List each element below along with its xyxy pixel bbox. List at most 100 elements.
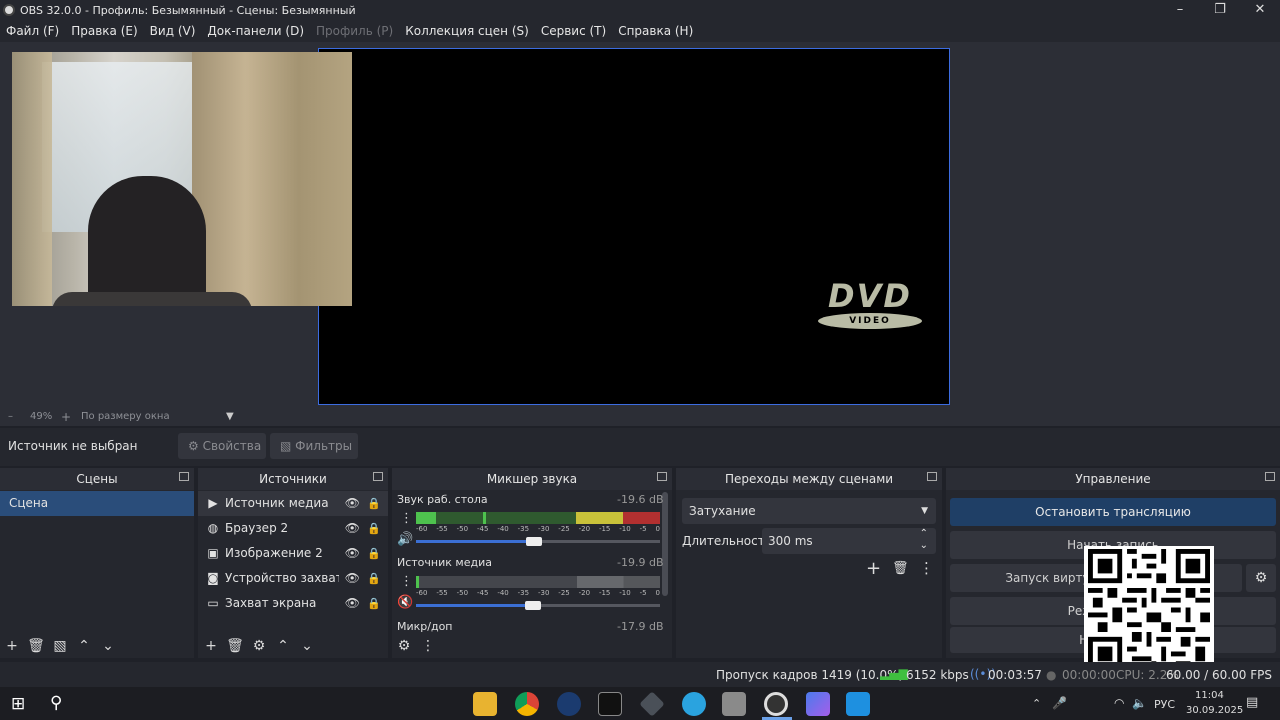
sources-title: Источники — [198, 468, 388, 490]
minimize-icon[interactable]: – — [1160, 0, 1200, 20]
eye-icon[interactable]: 👁 — [345, 591, 360, 616]
app-icon[interactable] — [722, 692, 746, 716]
lock-icon[interactable]: 🔒 — [367, 516, 381, 541]
filters-label: Фильтры — [295, 439, 353, 453]
lock-icon[interactable]: 🔒 — [367, 591, 381, 616]
advanced-audio-gear-icon[interactable]: ⚙ — [392, 638, 416, 654]
source-item[interactable]: ◙ Устройство захвата видео 👁 🔒 — [198, 566, 388, 591]
scene-item[interactable]: Сцена — [0, 491, 194, 516]
menu-tools[interactable]: Сервис (T) — [535, 24, 612, 38]
source-item[interactable]: ◍ Браузер 2 👁 🔒 — [198, 516, 388, 541]
lock-icon[interactable]: 🔒 — [367, 541, 381, 566]
tick: -45 — [476, 589, 489, 597]
lock-icon[interactable]: 🔒 — [367, 491, 381, 516]
gear-icon[interactable]: ⚙ — [247, 638, 271, 654]
app-icon[interactable] — [846, 692, 870, 716]
trash-icon[interactable]: 🗑 — [223, 638, 247, 654]
volume-icon[interactable]: 🔈 — [1132, 696, 1147, 710]
undock-icon[interactable] — [927, 472, 937, 481]
channel-menu-icon[interactable]: ⋮ — [400, 574, 413, 589]
move-up-icon[interactable]: ⌃ — [271, 638, 295, 654]
webcam-feed[interactable] — [12, 52, 352, 306]
tray-chevron-icon[interactable]: ⌃ — [1032, 697, 1041, 710]
trash-icon[interactable]: 🗑 — [24, 638, 48, 654]
transitions-title: Переходы между сценами — [676, 468, 942, 490]
move-down-icon[interactable]: ⌄ — [96, 638, 120, 654]
search-icon[interactable]: ⚲ — [50, 693, 62, 713]
source-item[interactable]: ▣ Изображение 2 👁 🔒 — [198, 541, 388, 566]
program-canvas[interactable]: DVD VIDEO — [318, 48, 950, 405]
clock-date[interactable]: 30.09.2025 — [1186, 705, 1243, 716]
eye-icon[interactable]: 👁 — [345, 491, 360, 516]
filters-button: ▧ Фильтры — [270, 433, 358, 459]
preview-scrollbar[interactable] — [1266, 44, 1276, 410]
notifications-icon[interactable]: ▤ — [1246, 695, 1258, 710]
volume-slider[interactable] — [416, 601, 660, 610]
menu-scene-collection[interactable]: Коллекция сцен (S) — [399, 24, 535, 38]
move-up-icon[interactable]: ⌃ — [72, 638, 96, 654]
menu-edit[interactable]: Правка (E) — [65, 24, 143, 38]
clock-time[interactable]: 11:04 — [1195, 690, 1224, 701]
menu-view[interactable]: Вид (V) — [144, 24, 202, 38]
restore-icon[interactable]: ❐ — [1200, 0, 1240, 20]
volume-meter — [416, 512, 660, 524]
lock-icon[interactable]: 🔒 — [367, 566, 381, 591]
stop-stream-button[interactable]: Остановить трансляцию — [950, 498, 1276, 526]
undock-icon[interactable] — [1265, 472, 1275, 481]
add-icon[interactable]: + — [0, 638, 24, 654]
zoom-in-button[interactable]: + — [61, 410, 71, 424]
menu-file[interactable]: Файл (F) — [0, 24, 65, 38]
more-icon[interactable]: ⋮ — [416, 638, 440, 654]
muted-speaker-icon[interactable]: 🔇 — [397, 595, 413, 610]
transition-select[interactable]: Затухание ▼ — [682, 498, 936, 524]
qr-code — [1084, 546, 1214, 674]
file-explorer-icon[interactable] — [473, 692, 497, 716]
app-icon[interactable] — [806, 692, 830, 716]
steam-icon[interactable] — [557, 692, 581, 716]
virtual-camera-settings-icon[interactable]: ⚙ — [1246, 564, 1276, 592]
volume-slider[interactable] — [416, 537, 660, 546]
undock-icon[interactable] — [373, 472, 383, 481]
move-down-icon[interactable]: ⌄ — [295, 638, 319, 654]
epic-games-icon[interactable] — [598, 692, 622, 716]
mixer-title-label: Микшер звука — [486, 472, 578, 486]
windows-start-icon[interactable]: ⊞ — [11, 694, 25, 714]
zoom-out-button[interactable]: – — [8, 411, 13, 422]
filter-icon[interactable]: ▧ — [48, 638, 72, 654]
slider-handle[interactable] — [526, 537, 542, 546]
add-icon[interactable]: + — [199, 638, 223, 654]
close-icon[interactable]: ✕ — [1240, 0, 1280, 20]
obs-taskbar-icon[interactable] — [764, 692, 788, 716]
source-item[interactable]: ▭ Захват экрана 👁 🔒 — [198, 591, 388, 616]
speaker-icon[interactable]: 🔊 — [397, 532, 413, 547]
more-icon[interactable]: ⋮ — [919, 559, 934, 577]
eye-icon[interactable]: 👁 — [345, 516, 360, 541]
microphone-icon[interactable]: 🎤 — [1052, 696, 1067, 710]
undock-icon[interactable] — [179, 472, 189, 481]
trash-icon[interactable]: 🗑 — [892, 561, 909, 576]
meter-red-zone — [623, 512, 660, 524]
source-item[interactable]: ▶ Источник медиа 👁 🔒 — [198, 491, 388, 516]
slider-handle[interactable] — [525, 601, 541, 610]
mixer-scrollbar[interactable] — [662, 492, 668, 596]
duration-spinbox[interactable]: 300 ms ⌃ ⌄ — [762, 528, 936, 554]
telegram-icon[interactable] — [682, 692, 706, 716]
menu-docks[interactable]: Док-панели (D) — [201, 24, 310, 38]
add-transition-icon[interactable]: + — [866, 558, 881, 579]
tick: -55 — [436, 589, 448, 597]
chrome-icon[interactable] — [515, 692, 539, 716]
wifi-icon[interactable]: ◠ — [1114, 696, 1124, 710]
spin-down-icon[interactable]: ⌄ — [920, 533, 928, 559]
tick: -55 — [436, 525, 448, 533]
eye-icon[interactable]: 👁 — [345, 566, 360, 591]
channel-menu-icon[interactable]: ⋮ — [400, 511, 413, 526]
menu-help[interactable]: Справка (H) — [612, 24, 699, 38]
menu-profile: Профиль (P) — [316, 24, 394, 38]
undock-icon[interactable] — [657, 472, 667, 481]
source-label: Устройство захвата видео — [225, 571, 339, 585]
title-bar: OBS 32.0.0 - Профиль: Безымянный - Сцены… — [0, 0, 1280, 20]
eye-icon[interactable]: 👁 — [345, 541, 360, 566]
volume-meter — [416, 576, 660, 588]
language-indicator[interactable]: РУС — [1154, 698, 1175, 711]
zoom-dropdown-icon[interactable]: ▼ — [226, 411, 234, 422]
